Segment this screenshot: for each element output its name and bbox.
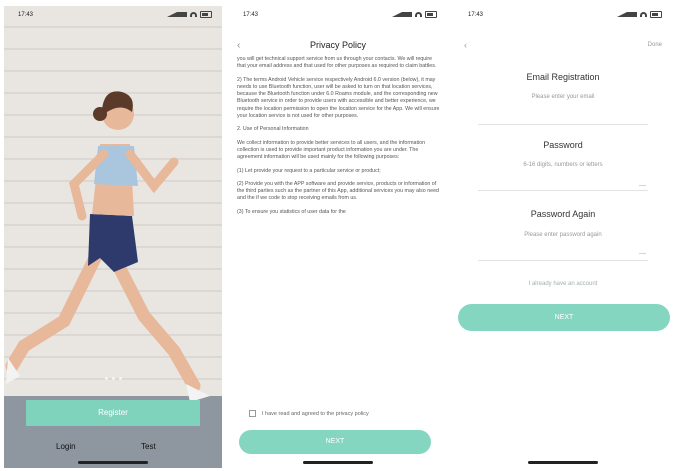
password-field[interactable]: 6-16 digits, numbers or letters	[454, 162, 672, 168]
home-indicator	[528, 461, 598, 464]
wifi-icon	[640, 12, 647, 17]
home-indicator	[303, 461, 373, 464]
status-bar: 17:43	[4, 6, 222, 24]
page-dot	[118, 377, 122, 380]
password-again-label: Password Again	[530, 209, 596, 219]
policy-text: you will get technical support service f…	[237, 56, 441, 394]
password-again-field[interactable]: Please enter password again	[454, 232, 672, 238]
status-bar: 17:43	[229, 6, 447, 24]
agree-label: I have read and agreed to the privacy po…	[262, 410, 369, 417]
registration-screen: 17:43 ‹ Done Email Registration Please e…	[454, 6, 672, 468]
page-dot	[111, 377, 115, 380]
password-label: Password	[543, 140, 583, 150]
policy-paragraph: We collect information to provide better…	[237, 139, 426, 161]
back-icon[interactable]: ‹	[464, 40, 467, 50]
policy-paragraph: (1) Let provide your request to a partic…	[237, 167, 381, 174]
signal-icon	[392, 12, 412, 17]
show-password-again-icon[interactable]: —	[639, 250, 646, 257]
signal-icon	[617, 12, 637, 17]
email-label: Email Registration	[526, 72, 600, 82]
wifi-icon	[415, 12, 422, 17]
page-dot	[104, 377, 108, 380]
show-password-icon[interactable]: —	[639, 182, 646, 189]
agree-checkbox[interactable]	[249, 410, 256, 417]
policy-paragraph: 2) The terms Android Vehicle service res…	[237, 76, 440, 120]
status-time: 17:43	[468, 12, 484, 18]
agree-row[interactable]: I have read and agreed to the privacy po…	[249, 410, 369, 417]
divider	[478, 124, 648, 125]
policy-paragraph: (2) Provide you with the APP software an…	[237, 180, 439, 202]
welcome-screen: 17:43 Register Login Test	[4, 6, 222, 468]
privacy-policy-screen: 17:43 ‹ Privacy Policy you will get tech…	[229, 6, 447, 468]
test-link[interactable]: Test	[141, 442, 156, 451]
existing-account-link[interactable]: I already have an account	[454, 281, 672, 287]
divider	[478, 260, 648, 261]
status-time: 17:43	[243, 12, 259, 18]
email-field[interactable]: Please enter your email	[454, 94, 672, 100]
page-title: Privacy Policy	[309, 40, 366, 50]
policy-paragraph: 2. Use of Personal Information	[237, 126, 309, 133]
page-indicator	[4, 377, 222, 380]
next-button[interactable]: NEXT	[458, 304, 670, 331]
login-link[interactable]: Login	[56, 442, 76, 451]
status-bar: 17:43	[454, 6, 672, 24]
wifi-icon	[190, 12, 197, 17]
battery-icon	[425, 11, 437, 18]
home-indicator	[78, 461, 148, 464]
next-button[interactable]: NEXT	[239, 430, 431, 454]
signal-icon	[167, 12, 187, 17]
status-time: 17:43	[18, 12, 34, 18]
policy-paragraph: (3) To ensure you statistics of user dat…	[237, 208, 346, 215]
done-button[interactable]: Done	[648, 42, 662, 48]
battery-icon	[200, 11, 212, 18]
divider	[478, 190, 648, 191]
battery-icon	[650, 11, 662, 18]
policy-paragraph: you will get technical support service f…	[237, 56, 437, 70]
register-button[interactable]: Register	[26, 400, 200, 426]
runner-photo	[5, 91, 210, 402]
